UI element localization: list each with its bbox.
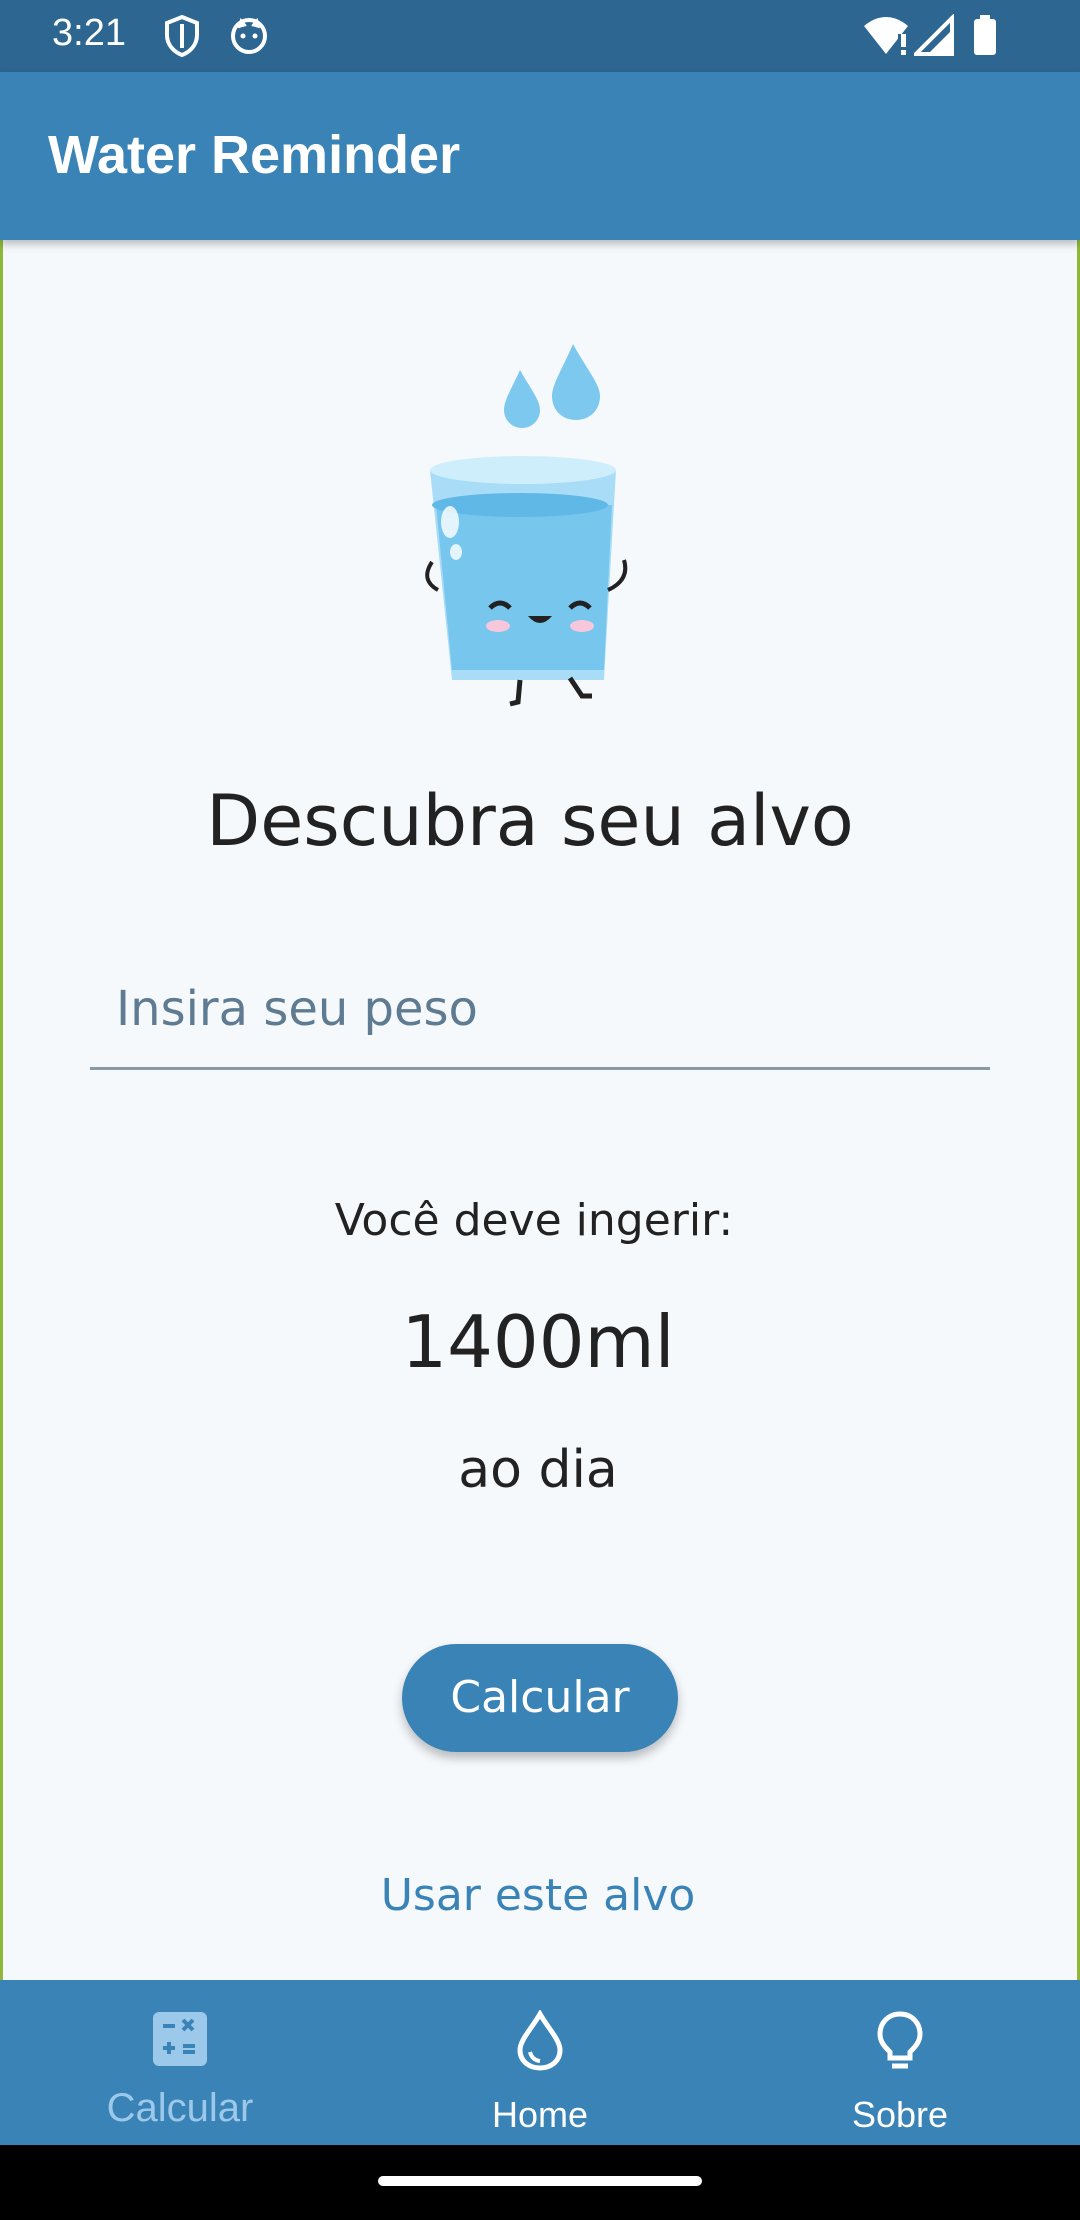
app-title: Water Reminder (48, 125, 461, 185)
weight-field[interactable] (90, 950, 990, 1070)
use-target-link[interactable]: Usar este alvo (0, 1870, 1076, 1921)
result-suffix: ao dia (458, 1440, 618, 1500)
water-glass-illustration (420, 340, 660, 710)
page-headline: Descubra seu alvo (206, 780, 854, 862)
device-frame (0, 0, 1080, 2145)
status-bar: 3:21 (0, 0, 1080, 72)
battery-icon (972, 14, 998, 62)
bottom-navigation: Calcular Home Sobre (0, 1980, 1080, 2145)
lightbulb-icon (876, 2010, 924, 2078)
nav-label-calcular: Calcular (106, 2086, 254, 2130)
nav-label-home: Home (491, 2094, 589, 2135)
calculate-button[interactable]: Calcular (402, 1644, 678, 1752)
nav-item-home[interactable]: Home (360, 1980, 720, 2145)
nav-label-sobre: Sobre (851, 2094, 949, 2135)
cellular-icon (911, 13, 954, 62)
nav-item-sobre[interactable]: Sobre (720, 1980, 1080, 2145)
wifi-alert-icon (862, 14, 910, 62)
app-bar: Water Reminder (0, 72, 1080, 240)
status-time: 3:21 (52, 12, 126, 54)
water-drop-icon (514, 2008, 566, 2076)
cat-face-icon (228, 14, 270, 62)
shield-icon (162, 14, 202, 62)
weight-input[interactable] (90, 950, 990, 1070)
nav-item-calcular[interactable]: Calcular (0, 1980, 360, 2145)
result-amount: 1400ml (401, 1300, 675, 1384)
home-gesture-handle[interactable] (378, 2176, 702, 2186)
result-label: Você deve ingerir: (334, 1195, 734, 1246)
calculator-icon (151, 2010, 209, 2072)
